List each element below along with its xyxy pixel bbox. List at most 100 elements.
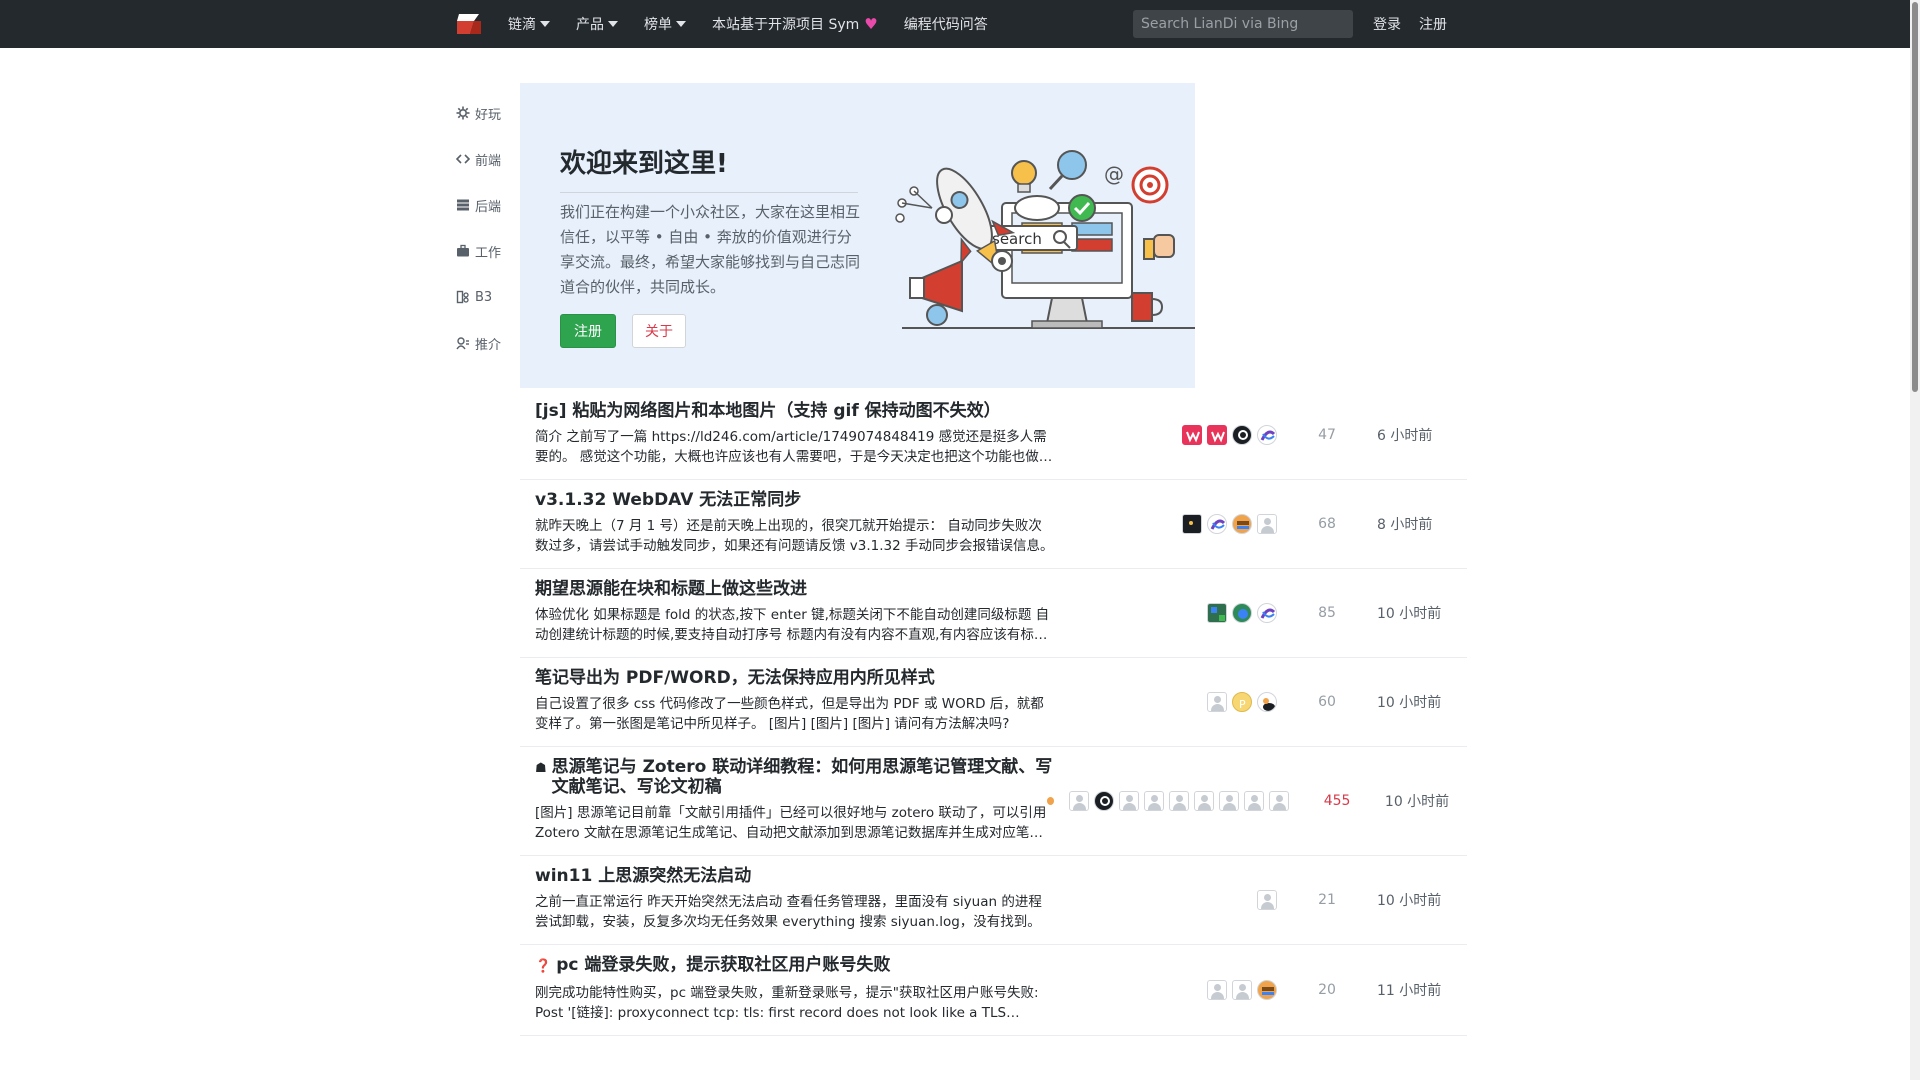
article-title[interactable]: ❓ pc 端登录失败，提示获取社区用户账号失败: [535, 955, 1065, 977]
article-row[interactable]: 笔记导出为 PDF/WORD，无法保持应用内所见样式自己设置了很多 css 代码…: [520, 658, 1467, 747]
article-meta: 85 10 小时前: [1047, 569, 1467, 657]
user-avatar-ghost[interactable]: [1119, 791, 1140, 811]
article-preview: 刚完成功能特性购买，pc 端登录失败，重新登录账号，提示"获取社区用户账号失败:…: [535, 985, 1039, 1021]
user-avatar-purple-swirl[interactable]: [1207, 514, 1227, 534]
article-title[interactable]: 期望思源能在块和标题上做这些改进: [535, 579, 1065, 599]
page-scrollbar[interactable]: [1910, 0, 1920, 1080]
user-avatar-ghost[interactable]: [1069, 791, 1090, 811]
sidebar-item-3[interactable]: 工作: [456, 228, 516, 274]
user-avatar-orange-round[interactable]: [1232, 514, 1252, 534]
user-avatar-yellow-p[interactable]: P: [1232, 692, 1252, 712]
nav-item-3[interactable]: 本站基于开源项目 Sym ♥: [712, 14, 878, 34]
user-avatar-ghost[interactable]: [1169, 791, 1190, 811]
search-input[interactable]: [1133, 10, 1353, 38]
user-avatar-ghost[interactable]: [1207, 692, 1227, 712]
article-title[interactable]: v3.1.32 WebDAV 无法正常同步: [535, 490, 1065, 510]
reply-count: 68: [1318, 516, 1336, 532]
sidebar-item-label: 推介: [475, 337, 502, 353]
nav-item-4[interactable]: 编程代码问答: [904, 14, 988, 34]
nav-item-1[interactable]: 产品: [576, 14, 618, 34]
user-avatar-cat[interactable]: [1257, 692, 1277, 712]
article-title-text[interactable]: v3.1.32 WebDAV 无法正常同步: [535, 490, 801, 510]
user-avatar-dark-round[interactable]: [1232, 425, 1252, 445]
article-meta: 21 10 小时前: [1047, 856, 1467, 944]
sidebar: 好玩前端后端工作 B3 推介: [455, 90, 516, 366]
user-avatar-ghost[interactable]: [1257, 890, 1277, 910]
article-row[interactable]: win11 上思源突然无法启动之前一直正常运行 昨天开始突然无法启动 查看任务管…: [520, 856, 1467, 945]
article-row[interactable]: ☗ 思源笔记与 Zotero 联动详细教程：如何用思源笔记管理文献、写文献笔记、写…: [520, 747, 1467, 856]
article-meta: P 60 10 小时前: [1047, 658, 1467, 746]
user-avatar-w-red[interactable]: [1182, 425, 1202, 445]
user-avatar-ghost[interactable]: [1269, 791, 1290, 811]
hero-register-button[interactable]: 注册: [560, 314, 616, 348]
article-title[interactable]: win11 上思源突然无法启动: [535, 866, 1065, 886]
article-row[interactable]: [js] 粘贴为网络图片和本地图片（支持 gif 保持动图不失效） 简介 之前写了…: [520, 391, 1467, 480]
nav-item-0[interactable]: 链滴: [508, 14, 550, 34]
article-row[interactable]: ❓ pc 端登录失败，提示获取社区用户账号失败刚完成功能特性购买，pc 端登录失败…: [520, 945, 1467, 1036]
participant-avatars: [1177, 514, 1277, 534]
sidebar-item-5[interactable]: 推介: [456, 320, 516, 366]
article-preview: 自己设置了很多 css 代码修改了一些颜色样式，但是导出为 PDF 或 WORD…: [535, 696, 1044, 732]
user-avatar-dark-round[interactable]: [1094, 791, 1115, 811]
sidebar-item-label: 工作: [475, 245, 502, 261]
hero-about-button[interactable]: 关于: [632, 314, 686, 348]
liandi-logo-icon[interactable]: [455, 10, 483, 38]
register-link[interactable]: 注册: [1419, 14, 1447, 34]
article-title-text[interactable]: 期望思源能在块和标题上做这些改进: [535, 579, 807, 599]
article-title-text[interactable]: 思源笔记与 Zotero 联动详细教程：如何用思源笔记管理文献、写文献笔记、写论…: [552, 757, 1065, 797]
nav-item-2[interactable]: 榜单: [644, 14, 686, 34]
user-avatar-ghost[interactable]: [1219, 791, 1240, 811]
recommend-icon: [456, 336, 470, 350]
article-title-text[interactable]: 笔记导出为 PDF/WORD，无法保持应用内所见样式: [535, 668, 935, 688]
user-avatar-orange-round[interactable]: [1257, 980, 1277, 1000]
user-avatar-purple-swirl[interactable]: [1257, 425, 1277, 445]
nav-item-label: 链滴: [508, 17, 536, 33]
article-title-text[interactable]: pc 端登录失败，提示获取社区用户账号失败: [556, 955, 890, 975]
user-avatar-ghost[interactable]: [1207, 980, 1227, 1000]
user-avatar-ghost[interactable]: [1244, 791, 1265, 811]
sidebar-item-1[interactable]: 前端: [455, 136, 516, 182]
sidebar-item-label: 后端: [475, 199, 502, 215]
nav-item-label: 榜单: [644, 17, 672, 33]
article-preview: 之前一直正常运行 昨天开始突然无法启动 查看任务管理器，里面没有 siyuan …: [535, 894, 1042, 930]
pin-icon: ☗: [535, 761, 547, 776]
server-icon: [456, 198, 470, 212]
article-preview: [图片] 思源笔记目前靠「文献引用插件」已经可以很好地与 zotero 联动了，…: [535, 805, 1047, 841]
user-avatar-green-round[interactable]: [1232, 603, 1252, 623]
user-avatar-ghost[interactable]: [1194, 791, 1215, 811]
code-icon: [455, 152, 471, 166]
article-row[interactable]: 期望思源能在块和标题上做这些改进 体验优化 如果标题是 fold 的状态,按下 e…: [520, 569, 1467, 658]
user-avatar-green-sq[interactable]: [1207, 603, 1227, 623]
article-title[interactable]: ☗ 思源笔记与 Zotero 联动详细教程：如何用思源笔记管理文献、写文献笔记、写…: [535, 757, 1065, 797]
hot-dot-icon: [1047, 797, 1055, 805]
sidebar-item-label: 前端: [475, 153, 502, 169]
user-avatar-black-sq[interactable]: [1182, 514, 1202, 534]
sidebar-item-2[interactable]: 后端: [456, 182, 516, 228]
user-avatar-ghost[interactable]: [1232, 980, 1252, 1000]
nav-item-label: 编程代码问答: [903, 17, 988, 33]
article-row[interactable]: v3.1.32 WebDAV 无法正常同步就昨天晚上（7 月 1 号）还是前天晚…: [520, 480, 1467, 569]
article-title-text[interactable]: [js] 粘贴为网络图片和本地图片（支持 gif 保持动图不失效）: [535, 401, 1001, 421]
article-title[interactable]: [js] 粘贴为网络图片和本地图片（支持 gif 保持动图不失效）: [535, 401, 1065, 421]
article-title-text[interactable]: win11 上思源突然无法启动: [535, 866, 751, 886]
last-activity-time: 10 小时前: [1377, 606, 1442, 622]
scrollbar-thumb[interactable]: [1912, 2, 1918, 392]
user-avatar-ghost[interactable]: [1257, 514, 1277, 534]
svg-text:P: P: [1239, 698, 1246, 711]
sidebar-item-0[interactable]: 好玩: [456, 90, 516, 136]
article-title[interactable]: 笔记导出为 PDF/WORD，无法保持应用内所见样式: [535, 668, 1065, 688]
hero-illustration: search @: [895, 150, 1195, 329]
user-avatar-w-red[interactable]: [1207, 425, 1227, 445]
last-activity-time: 10 小时前: [1384, 794, 1450, 810]
last-activity-time: 6 小时前: [1377, 428, 1433, 444]
sidebar-item-4[interactable]: B3: [456, 274, 516, 320]
user-avatar-purple-swirl[interactable]: [1257, 603, 1277, 623]
sidebar-item-label: B3: [475, 289, 493, 305]
article-meta: 68 8 小时前: [1047, 480, 1467, 568]
article-preview: 简介 之前写了一篇 https://ld246.com/article/1749…: [535, 429, 1053, 465]
last-activity-time: 8 小时前: [1377, 517, 1433, 533]
briefcase-icon: [456, 244, 470, 258]
user-avatar-ghost[interactable]: [1144, 791, 1165, 811]
login-link[interactable]: 登录: [1373, 14, 1401, 34]
article-preview: 就昨天晚上（7 月 1 号）还是前天晚上出现的，很突兀就开始提示： 自动同步失败…: [535, 518, 1054, 554]
